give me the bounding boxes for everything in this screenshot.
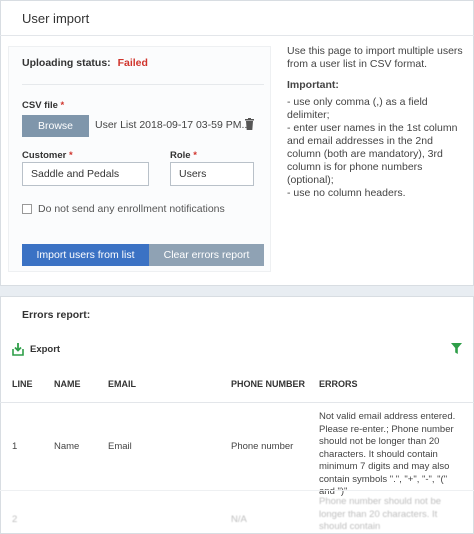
help-rule: - enter user names in the 1st column and… bbox=[287, 122, 458, 186]
column-header-line[interactable]: LINE bbox=[12, 379, 33, 389]
column-header-name[interactable]: NAME bbox=[54, 379, 81, 389]
notify-checkbox[interactable] bbox=[22, 204, 32, 214]
customer-label: Customer * bbox=[22, 150, 73, 161]
cell-phone: N/A bbox=[231, 514, 247, 525]
cell-name: Name bbox=[54, 441, 80, 452]
export-label: Export bbox=[30, 344, 61, 355]
help-rule: - use no column headers. bbox=[287, 187, 406, 199]
title-divider bbox=[0, 35, 474, 36]
cell-phone: Phone number bbox=[231, 441, 294, 452]
status-label: Uploading status: bbox=[22, 57, 111, 69]
clear-errors-button[interactable]: Clear errors report bbox=[149, 244, 264, 266]
cell-line: 2 bbox=[12, 514, 18, 525]
page-title: User import bbox=[22, 11, 90, 26]
selected-file-name: User List 2018-09-17 03-59 PM.... bbox=[95, 119, 254, 131]
csv-file-label: CSV file * bbox=[22, 100, 65, 111]
errors-report-title: Errors report: bbox=[22, 309, 91, 321]
table-header-divider bbox=[0, 402, 474, 403]
column-header-errors[interactable]: ERRORS bbox=[319, 379, 358, 389]
role-label: Role * bbox=[170, 150, 197, 161]
cell-error: Phone number should not be longer than 2… bbox=[319, 496, 442, 532]
cell-line: 1 bbox=[12, 441, 18, 452]
divider bbox=[22, 84, 264, 85]
cell-email: Email bbox=[108, 441, 132, 452]
role-field[interactable]: Users bbox=[170, 162, 254, 186]
column-header-email[interactable]: EMAIL bbox=[108, 379, 136, 389]
help-text: Use this page to import multiple users f… bbox=[287, 45, 467, 200]
trash-icon[interactable] bbox=[245, 118, 254, 130]
cell-error: Not valid email address entered. Please … bbox=[319, 411, 456, 497]
customer-field[interactable]: Saddle and Pedals bbox=[22, 162, 149, 186]
help-rule: - use only comma (,) as a field delimite… bbox=[287, 96, 428, 121]
export-icon bbox=[12, 343, 24, 356]
status-value: Failed bbox=[117, 57, 148, 69]
import-users-button[interactable]: Import users from list bbox=[22, 244, 149, 266]
export-button[interactable]: Export bbox=[12, 343, 60, 356]
column-header-phone[interactable]: PHONE NUMBER bbox=[231, 379, 305, 389]
row-divider bbox=[0, 490, 474, 491]
notify-checkbox-label: Do not send any enrollment notifications bbox=[38, 203, 225, 215]
help-intro: Use this page to import multiple users f… bbox=[287, 45, 463, 70]
filter-icon[interactable] bbox=[451, 343, 462, 354]
uploading-status: Uploading status: Failed bbox=[22, 57, 148, 69]
help-important-heading: Important: bbox=[287, 79, 339, 91]
browse-button[interactable]: Browse bbox=[22, 115, 89, 137]
